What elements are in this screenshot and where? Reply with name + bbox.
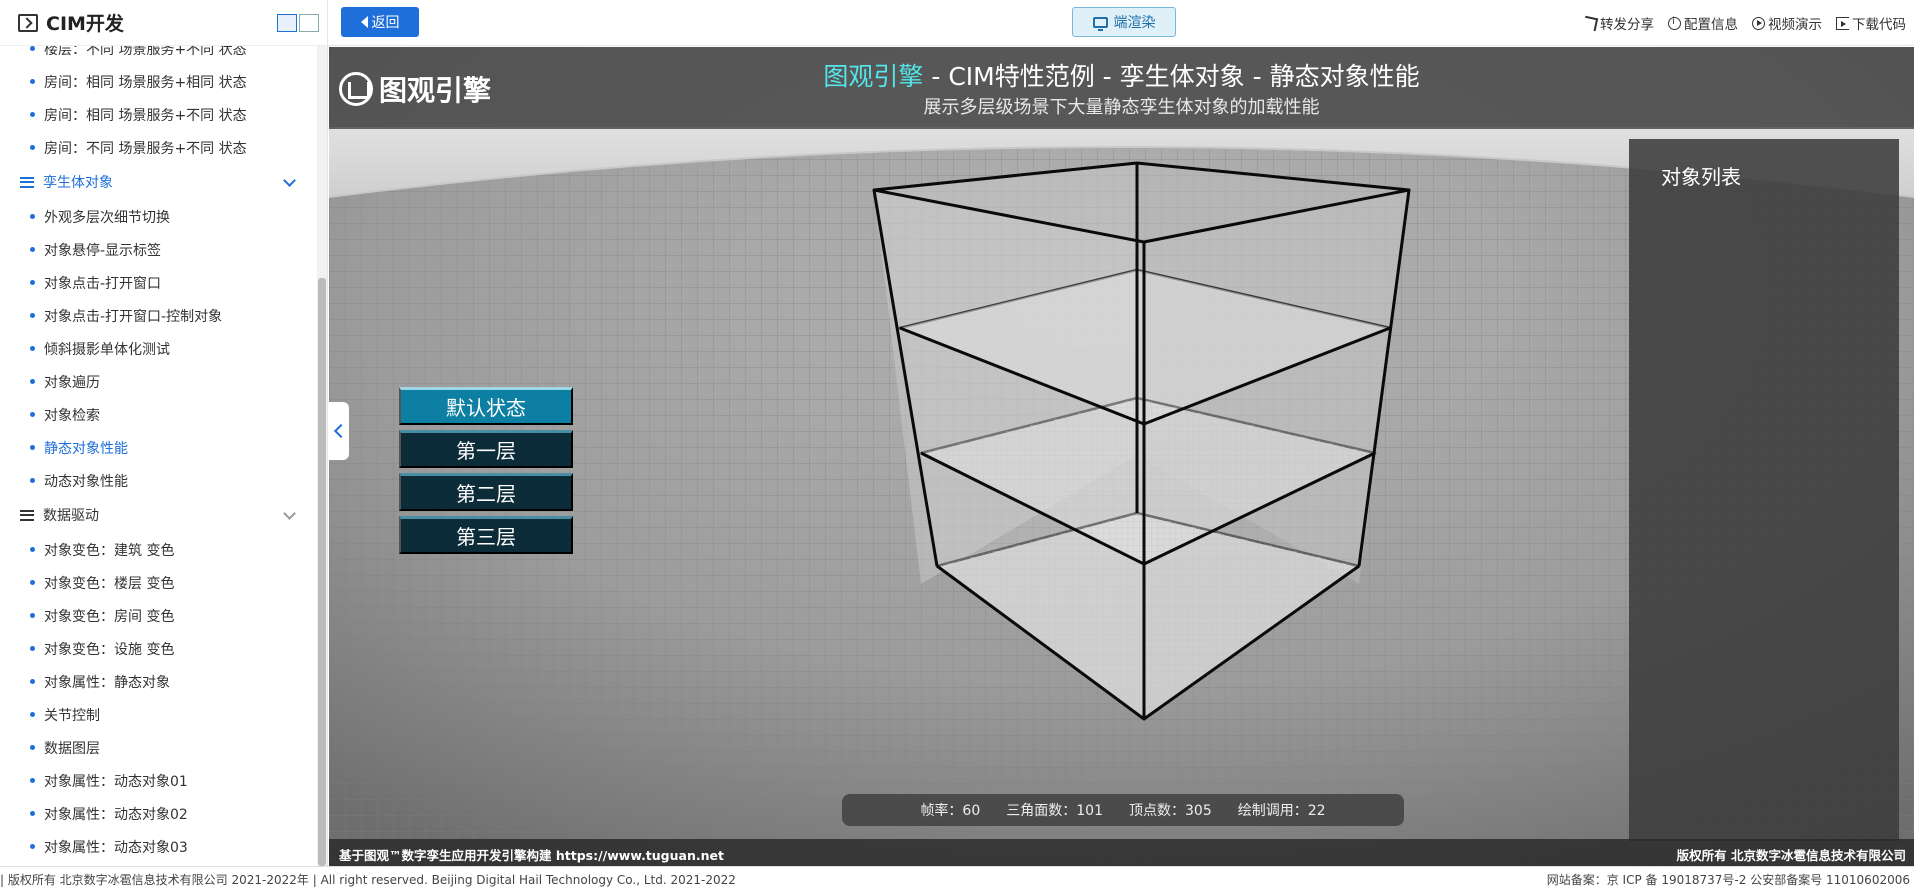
- list-icon: [20, 509, 34, 521]
- sidebar-group-label: 数据驱动: [43, 508, 99, 524]
- sidebar-item[interactable]: 房间：不同 场景服务+不同 状态: [0, 131, 318, 164]
- share-button[interactable]: 转发分享: [1582, 13, 1654, 33]
- sidebar: CIM开发 楼层：不同 场景服务+不同 状态 房间：相同 场景服务+相同 状态 …: [0, 0, 328, 866]
- sidebar-scrollbar[interactable]: [317, 46, 327, 866]
- draw-calls-stat: 绘制调用：22: [1237, 803, 1326, 819]
- config-label: 配置信息: [1684, 17, 1738, 33]
- sidebar-item[interactable]: 对象点击-打开窗口: [0, 266, 318, 299]
- layer-3-button[interactable]: 第三层: [399, 516, 573, 554]
- download-label: 下载代码: [1852, 17, 1906, 33]
- viewport-footer: 基于图观™数字孪生应用开发引擎构建 https://www.tuguan.net…: [329, 839, 1914, 866]
- grid-view-icon[interactable]: [277, 14, 297, 32]
- share-label: 转发分享: [1600, 17, 1654, 33]
- list-view-icon[interactable]: [299, 14, 319, 32]
- 3d-viewport[interactable]: 图观引擎 图观引擎 - CIM特性范例 - 孪生体对象 - 静态对象性能 展示多…: [329, 47, 1914, 866]
- sidebar-group-label: 孪生体对象: [43, 175, 113, 191]
- sidebar-item[interactable]: 数据图层: [0, 731, 318, 764]
- share-icon: [1582, 15, 1599, 31]
- sidebar-item[interactable]: 对象属性：动态对象01: [0, 764, 318, 797]
- sidebar-item[interactable]: 对象属性：动态对象02: [0, 797, 318, 830]
- sidebar-item[interactable]: 关节控制: [0, 698, 318, 731]
- icp-record[interactable]: 网站备案：京 ICP 备 19018737号-2 公安部备案号 11010602…: [1547, 871, 1910, 888]
- sidebar-item[interactable]: 动态对象性能: [0, 464, 318, 497]
- performance-stats: 帧率：60 三角面数：101 顶点数：305 绘制调用：22: [842, 794, 1404, 826]
- scrollbar-thumb[interactable]: [318, 278, 326, 866]
- download-icon: [1836, 16, 1849, 30]
- collapse-sidebar-button[interactable]: [329, 402, 349, 460]
- sidebar-item[interactable]: 楼层：不同 场景服务+不同 状态: [0, 46, 318, 65]
- video-button[interactable]: 视频演示: [1752, 13, 1822, 33]
- layer-default-button[interactable]: 默认状态: [399, 387, 573, 425]
- video-label: 视频演示: [1768, 17, 1822, 33]
- sidebar-menu: 楼层：不同 场景服务+不同 状态 房间：相同 场景服务+相同 状态 房间：相同 …: [0, 46, 318, 866]
- list-icon: [20, 176, 34, 188]
- sidebar-item-active[interactable]: 静态对象性能: [0, 431, 318, 464]
- back-arrow-icon: [360, 16, 368, 28]
- layer-buttons: 默认状态 第一层 第二层 第三层: [399, 387, 573, 559]
- view-toggle: [277, 14, 319, 32]
- sidebar-header: CIM开发: [0, 0, 327, 46]
- sidebar-item[interactable]: 倾斜摄影单体化测试: [0, 332, 318, 365]
- sidebar-item[interactable]: 对象变色：楼层 变色: [0, 566, 318, 599]
- info-icon: [1668, 16, 1681, 30]
- sidebar-item[interactable]: 对象属性：动态对象03: [0, 830, 318, 863]
- chevron-down-icon: [283, 174, 296, 187]
- chevron-down-icon: [283, 507, 296, 520]
- viewport-banner: 图观引擎 图观引擎 - CIM特性范例 - 孪生体对象 - 静态对象性能 展示多…: [329, 47, 1914, 129]
- chevron-left-icon: [333, 423, 349, 439]
- sidebar-item[interactable]: 对象点击-打开窗口-控制对象: [0, 299, 318, 332]
- config-button[interactable]: 配置信息: [1668, 13, 1738, 33]
- layer-2-button[interactable]: 第二层: [399, 473, 573, 511]
- sidebar-item[interactable]: 房间：相同 场景服务+相同 状态: [0, 65, 318, 98]
- topbar: 返回 端渲染 转发分享 配置信息 视频演示 下载代码: [329, 0, 1914, 46]
- sidebar-item[interactable]: 对象悬停-显示标签: [0, 233, 318, 266]
- back-label: 返回: [371, 15, 400, 31]
- sidebar-item[interactable]: 对象属性：静态对象: [0, 665, 318, 698]
- scene-title-rest: - CIM特性范例 - 孪生体对象 - 静态对象性能: [923, 62, 1420, 91]
- layer-1-button[interactable]: 第一层: [399, 430, 573, 468]
- object-list-panel[interactable]: 对象列表: [1629, 139, 1899, 841]
- page-footer: | 版权所有 北京数字冰雹信息技术有限公司 2021-2022年 | All r…: [0, 866, 1914, 888]
- sidebar-item[interactable]: 房间：相同 场景服务+不同 状态: [0, 98, 318, 131]
- sidebar-item[interactable]: 外观多层次细节切换: [0, 200, 318, 233]
- sidebar-group-twin[interactable]: 孪生体对象: [0, 164, 318, 200]
- scene-title: 图观引擎 - CIM特性范例 - 孪生体对象 - 静态对象性能: [329, 57, 1914, 93]
- vertices-stat: 顶点数：305: [1129, 803, 1212, 819]
- render-label: 端渲染: [1113, 15, 1156, 31]
- viewport-copyright: 版权所有 北京数字冰雹信息技术有限公司: [1676, 848, 1906, 863]
- back-button[interactable]: 返回: [341, 7, 419, 37]
- object-list-title: 对象列表: [1661, 165, 1741, 189]
- triangles-stat: 三角面数：101: [1006, 803, 1103, 819]
- sidebar-item[interactable]: 对象变色：设施 变色: [0, 632, 318, 665]
- top-actions: 转发分享 配置信息 视频演示 下载代码: [1582, 0, 1906, 46]
- sidebar-item[interactable]: 对象变色：房间 变色: [0, 599, 318, 632]
- copyright-text: | 版权所有 北京数字冰雹信息技术有限公司 2021-2022年 | All r…: [0, 873, 736, 887]
- download-button[interactable]: 下载代码: [1836, 13, 1906, 33]
- engine-credit: 基于图观™数字孪生应用开发引擎构建 https://www.tuguan.net: [339, 848, 724, 863]
- monitor-icon: [1092, 16, 1108, 31]
- fps-stat: 帧率：60: [920, 803, 981, 819]
- scene-subtitle: 展示多层级场景下大量静态孪生体对象的加载性能: [923, 97, 1320, 118]
- sidebar-item[interactable]: 对象变色：建筑 变色: [0, 533, 318, 566]
- sidebar-group-data[interactable]: 数据驱动: [0, 497, 318, 533]
- sidebar-title: CIM开发: [46, 13, 124, 35]
- sidebar-item[interactable]: 对象遍历: [0, 365, 318, 398]
- play-icon: [1752, 16, 1765, 30]
- render-mode-button[interactable]: 端渲染: [1072, 7, 1176, 37]
- terminal-icon: [18, 13, 38, 32]
- scene-title-accent: 图观引擎: [823, 62, 924, 91]
- sidebar-item[interactable]: 对象检索: [0, 398, 318, 431]
